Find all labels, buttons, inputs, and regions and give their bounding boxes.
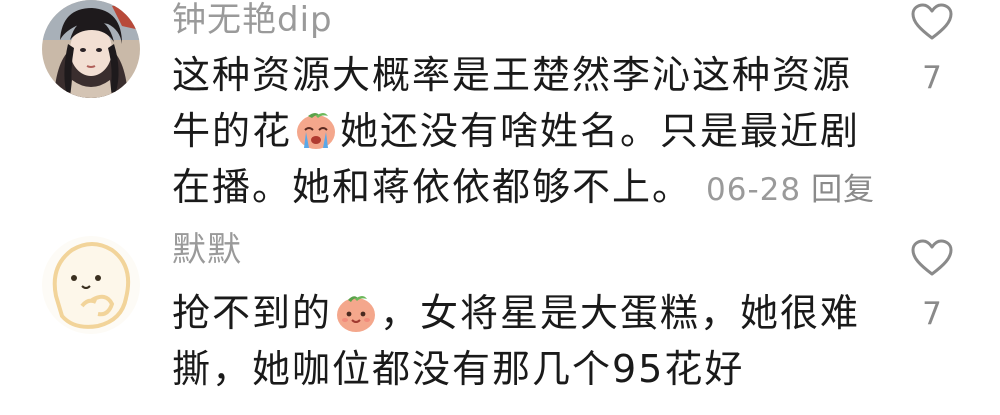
comment-meta: 06-28 回复 xyxy=(706,172,875,208)
comment-line-text: 抢不到的 xyxy=(172,291,333,335)
comment-text: 这种资源大概率是王楚然李沁这种资源 牛的花 她还没有啥姓名。只是最近剧 在播。她和… xyxy=(172,47,875,218)
like-button[interactable]: 7 xyxy=(900,2,964,96)
comment-line: 撕，她咖位都没有那几个95花好 xyxy=(172,347,745,391)
heart-icon xyxy=(911,3,953,40)
comment-line-text: ，女将星是大蛋糕，她很难 xyxy=(380,291,861,335)
comment-text: 抢不到的 ，女将星是大蛋糕，她很难 撕，她咖位都没有那几个95花好 xyxy=(172,285,872,397)
like-count: 7 xyxy=(922,296,942,332)
heart-icon xyxy=(911,239,953,276)
crying-peach-emoji-icon xyxy=(297,113,336,149)
like-count: 7 xyxy=(922,60,942,96)
comment-username[interactable]: 钟无艳dip xyxy=(172,0,333,40)
comment-line-text: 她还没有啥姓名。只是最近剧 xyxy=(340,109,861,153)
comment-date: 06-28 xyxy=(706,172,802,208)
user-avatar[interactable] xyxy=(42,236,140,334)
reply-button[interactable]: 回复 xyxy=(811,172,875,208)
smiling-peach-emoji-icon xyxy=(337,296,376,332)
anime-portrait-avatar-icon xyxy=(42,0,140,98)
like-button[interactable]: 7 xyxy=(900,238,964,332)
comment-line-text: 在播。她和蒋依依都够不上。 xyxy=(172,165,693,209)
comment-item: 默默 抢不到的 ，女将星是大蛋糕，她很难 撕，她咖位都没有那几个95花好 7 xyxy=(0,230,1000,415)
comment-line-text: 牛的花 xyxy=(172,109,293,153)
comment-line: 抢不到的 ，女将星是大蛋糕，她很难 xyxy=(172,285,872,341)
comment-username[interactable]: 默默 xyxy=(172,230,242,270)
peach-face-avatar-icon xyxy=(42,236,140,334)
comment-line: 在播。她和蒋依依都够不上。 06-28 回复 xyxy=(172,159,875,218)
comment-line: 这种资源大概率是王楚然李沁这种资源 xyxy=(172,53,853,97)
comment-line: 牛的花 她还没有啥姓名。只是最近剧 xyxy=(172,103,872,159)
user-avatar[interactable] xyxy=(42,0,140,98)
comment-item: 钟无艳dip 这种资源大概率是王楚然李沁这种资源 牛的花 她还没有啥姓名。只是最近… xyxy=(0,0,1000,220)
